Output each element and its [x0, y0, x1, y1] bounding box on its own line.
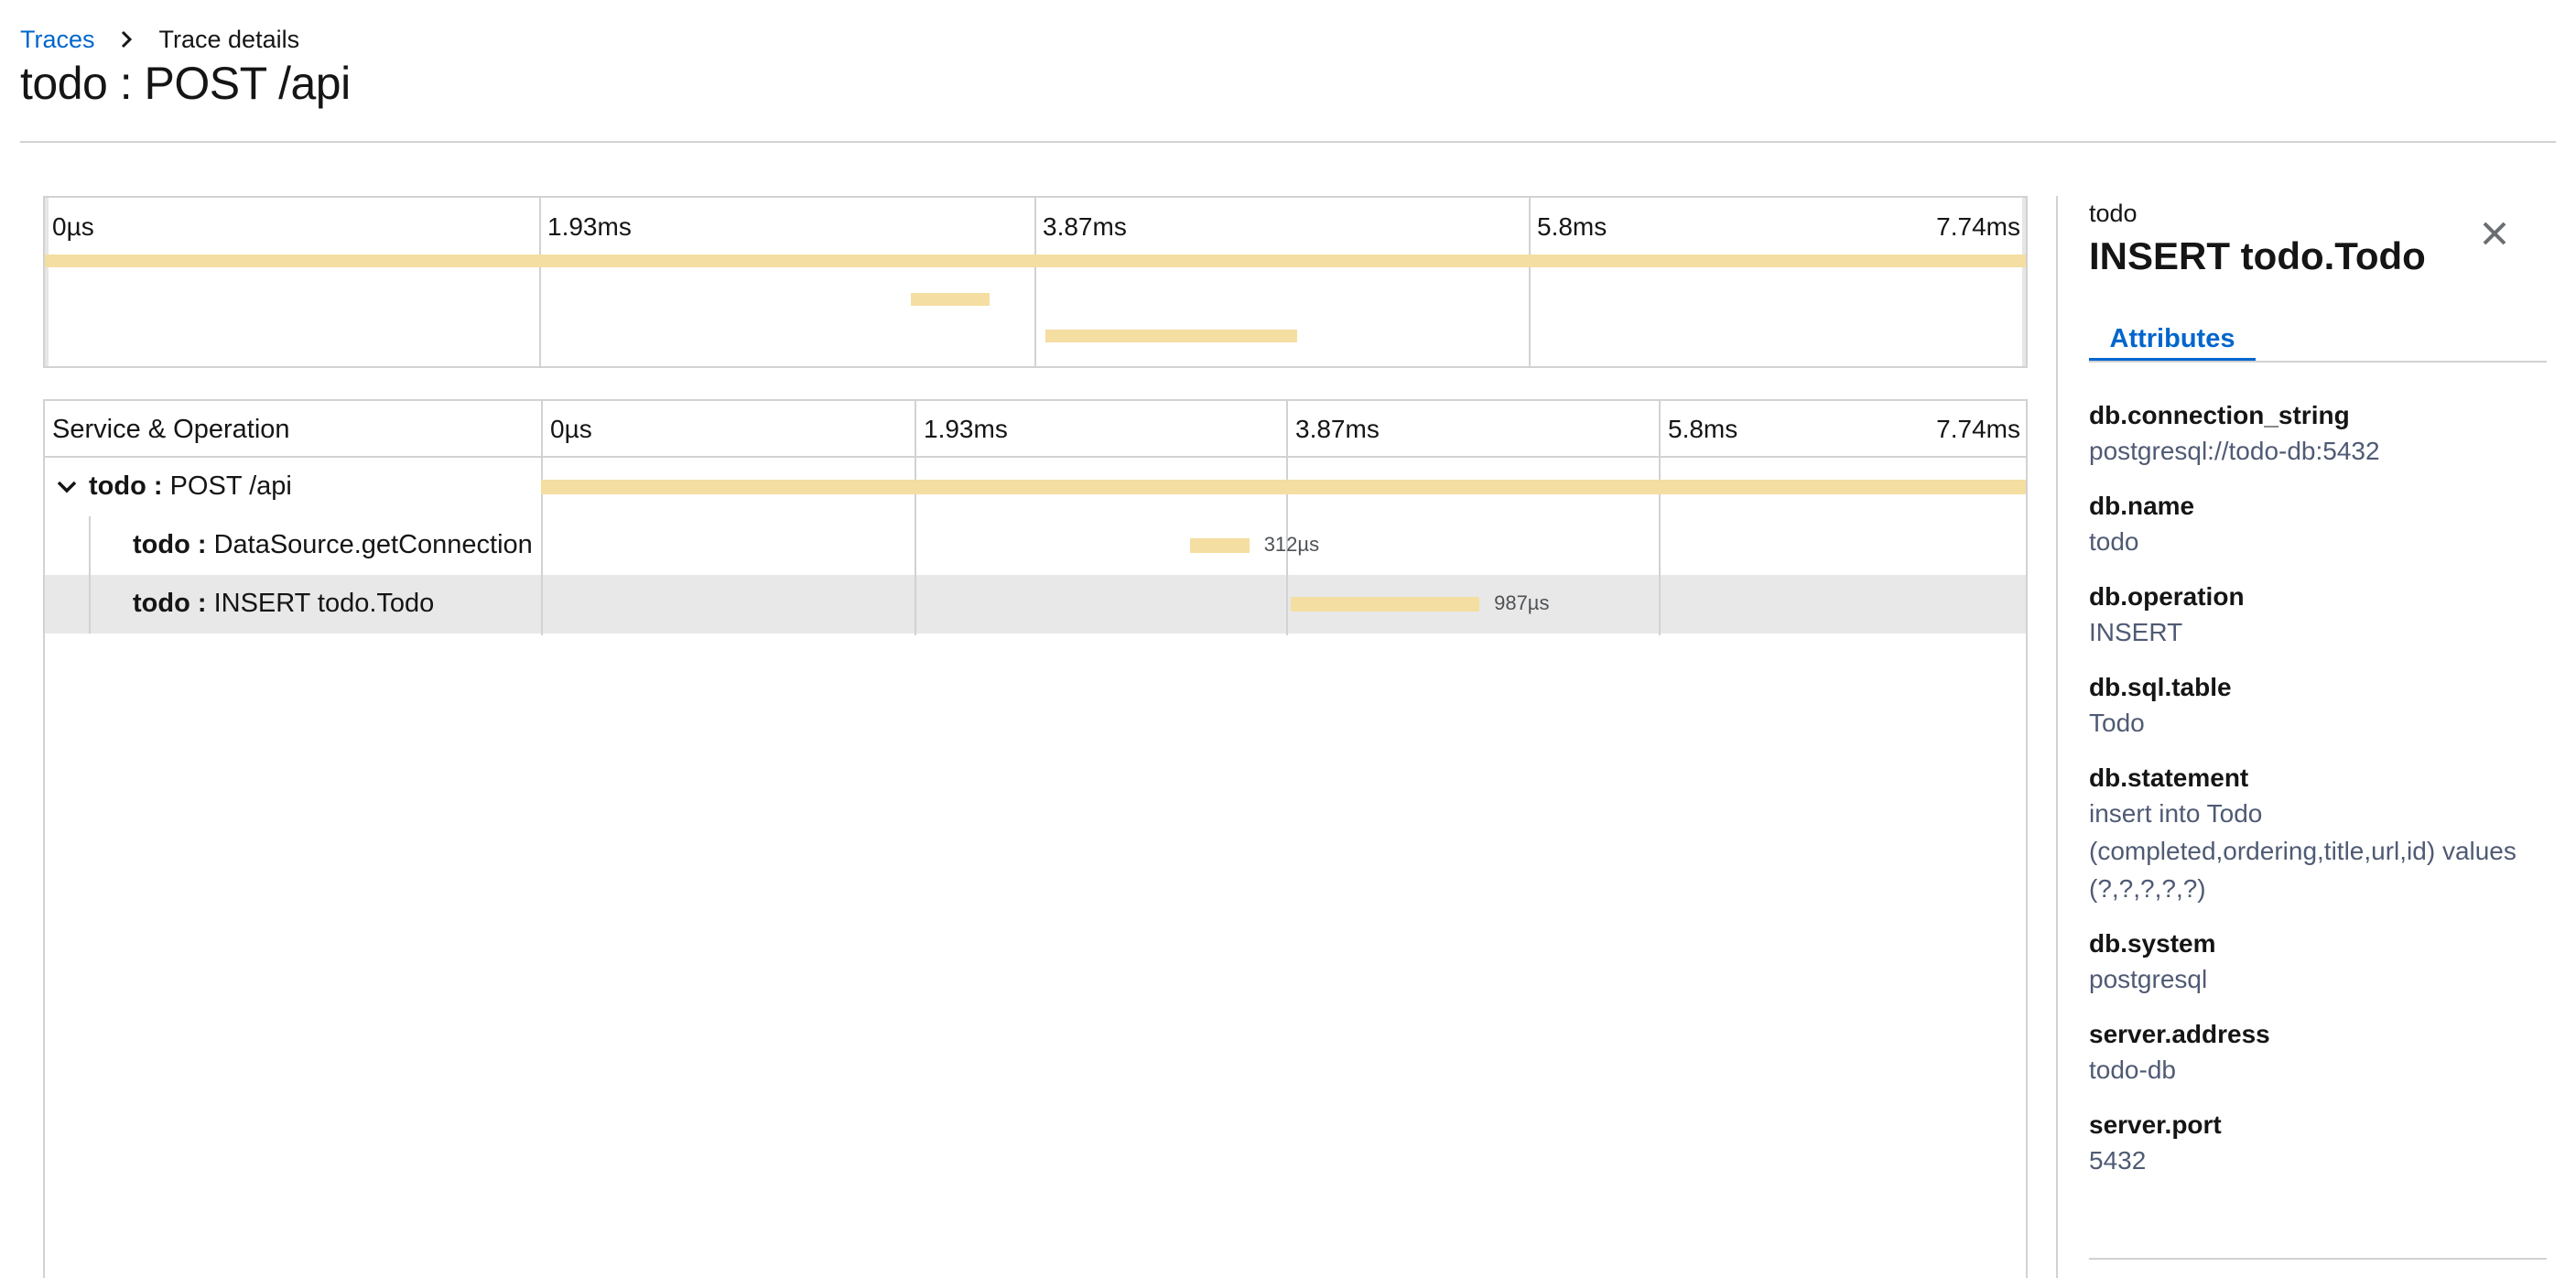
indent-guide [89, 516, 91, 575]
span-service: todo : [133, 530, 207, 559]
tab-divider [2089, 361, 2547, 363]
indent-guide [89, 575, 91, 634]
attribute-value: INSERT [2089, 618, 2183, 646]
attribute-key: db.system [2089, 929, 2216, 958]
attribute-item: db.sql.table Todo [2089, 671, 2547, 742]
page-title: todo : POST /api [20, 58, 351, 109]
overview-gridline [1034, 198, 1036, 366]
timeline-tick: 1.93ms [924, 415, 1008, 443]
overview-tick: 3.87ms [1043, 212, 1127, 241]
span-row[interactable]: todo : DataSource.getConnection [45, 516, 2026, 575]
attribute-value: todo [2089, 527, 2139, 556]
attribute-item: db.system postgresql [2089, 927, 2547, 998]
breadcrumb-current: Trace details [158, 25, 300, 53]
span-duration-label: 987µs [1494, 591, 1550, 614]
attribute-item: db.name todo [2089, 490, 2547, 560]
timeline-gridline [915, 401, 916, 635]
attribute-value: postgresql [2089, 965, 2208, 993]
span-bar[interactable] [541, 480, 2026, 494]
overview-gridline [539, 198, 541, 366]
attributes-list: db.connection_string postgresql://todo-db… [2089, 399, 2547, 1199]
span-service: todo : [89, 471, 163, 501]
span-row-selected[interactable]: todo : INSERT todo.Todo [45, 575, 2026, 634]
attribute-item: server.port 5432 [2089, 1109, 2547, 1179]
overview-tick: 1.93ms [547, 212, 632, 241]
attribute-value: postgresql://todo-db:5432 [2089, 437, 2380, 465]
service-operation-header: Service & Operation [52, 415, 290, 444]
span-operation: INSERT todo.Todo [213, 589, 435, 618]
attribute-key: db.statement [2089, 764, 2249, 792]
trace-overview[interactable]: 0µs 1.93ms 3.87ms 5.8ms 7.74ms [43, 196, 2028, 368]
timeline-tick: 7.74ms [1936, 415, 2020, 443]
span-name: todo : DataSource.getConnection [133, 530, 533, 560]
overview-tick: 7.74ms [1936, 212, 2020, 241]
attribute-value: todo-db [2089, 1056, 2176, 1084]
overview-tick: 5.8ms [1537, 212, 1607, 241]
chevron-right-icon [114, 27, 139, 52]
timeline-header: Service & Operation 0µs 1.93ms 3.87ms 5.… [45, 401, 2026, 458]
attribute-key: server.port [2089, 1110, 2222, 1139]
span-service: todo : [133, 589, 207, 618]
overview-span-bar [1044, 330, 1297, 342]
attribute-key: db.operation [2089, 582, 2245, 611]
overview-span-bar [910, 293, 990, 306]
attribute-value: Todo [2089, 709, 2145, 737]
timeline-tick: 0µs [550, 415, 592, 443]
breadcrumb-traces-link[interactable]: Traces [20, 26, 95, 54]
column-separator[interactable] [541, 401, 543, 635]
attribute-key: db.sql.table [2089, 673, 2232, 701]
attribute-key: db.name [2089, 492, 2195, 520]
timeline-tick: 5.8ms [1668, 415, 1738, 443]
timeline-gridline [1659, 401, 1661, 635]
tab-attributes[interactable]: Attributes [2089, 308, 2256, 363]
span-name: todo : POST /api [89, 471, 292, 502]
span-name: todo : INSERT todo.Todo [133, 589, 434, 619]
chevron-down-icon[interactable] [54, 474, 80, 500]
span-details-panel: todo INSERT todo.Todo Attributes db.conn… [2056, 196, 2558, 1278]
attribute-item: server.address todo-db [2089, 1018, 2547, 1088]
detail-service-name: todo [2089, 200, 2138, 227]
attribute-key: db.connection_string [2089, 401, 2350, 429]
attribute-key: server.address [2089, 1020, 2270, 1048]
attributes-divider [2089, 1258, 2547, 1260]
trace-timeline: Service & Operation 0µs 1.93ms 3.87ms 5.… [43, 399, 2028, 1278]
attribute-item: db.connection_string postgresql://todo-db… [2089, 399, 2547, 470]
overview-tick: 0µs [52, 212, 94, 241]
overview-right-handle[interactable] [2022, 198, 2026, 366]
attribute-value: 5432 [2089, 1146, 2147, 1175]
span-operation: POST /api [169, 471, 292, 501]
span-operation: DataSource.getConnection [213, 530, 533, 559]
detail-operation-name: INSERT todo.Todo [2089, 234, 2426, 277]
span-bar[interactable] [1189, 538, 1250, 553]
attribute-value: insert into Todo (completed,ordering,tit… [2089, 799, 2516, 903]
span-duration-label: 312µs [1263, 533, 1320, 556]
attribute-item: db.operation INSERT [2089, 580, 2547, 651]
span-bar[interactable] [1291, 597, 1480, 612]
timeline-gridline [1286, 401, 1288, 635]
overview-span-bar [45, 255, 2026, 267]
attribute-item: db.statement insert into Todo (completed,… [2089, 762, 2547, 907]
overview-left-handle[interactable] [45, 198, 49, 366]
overview-gridline [1529, 198, 1531, 366]
timeline-tick: 3.87ms [1295, 415, 1380, 443]
header-divider [20, 141, 2556, 143]
close-icon[interactable] [2475, 214, 2514, 253]
breadcrumb: Traces Trace details [20, 24, 299, 55]
